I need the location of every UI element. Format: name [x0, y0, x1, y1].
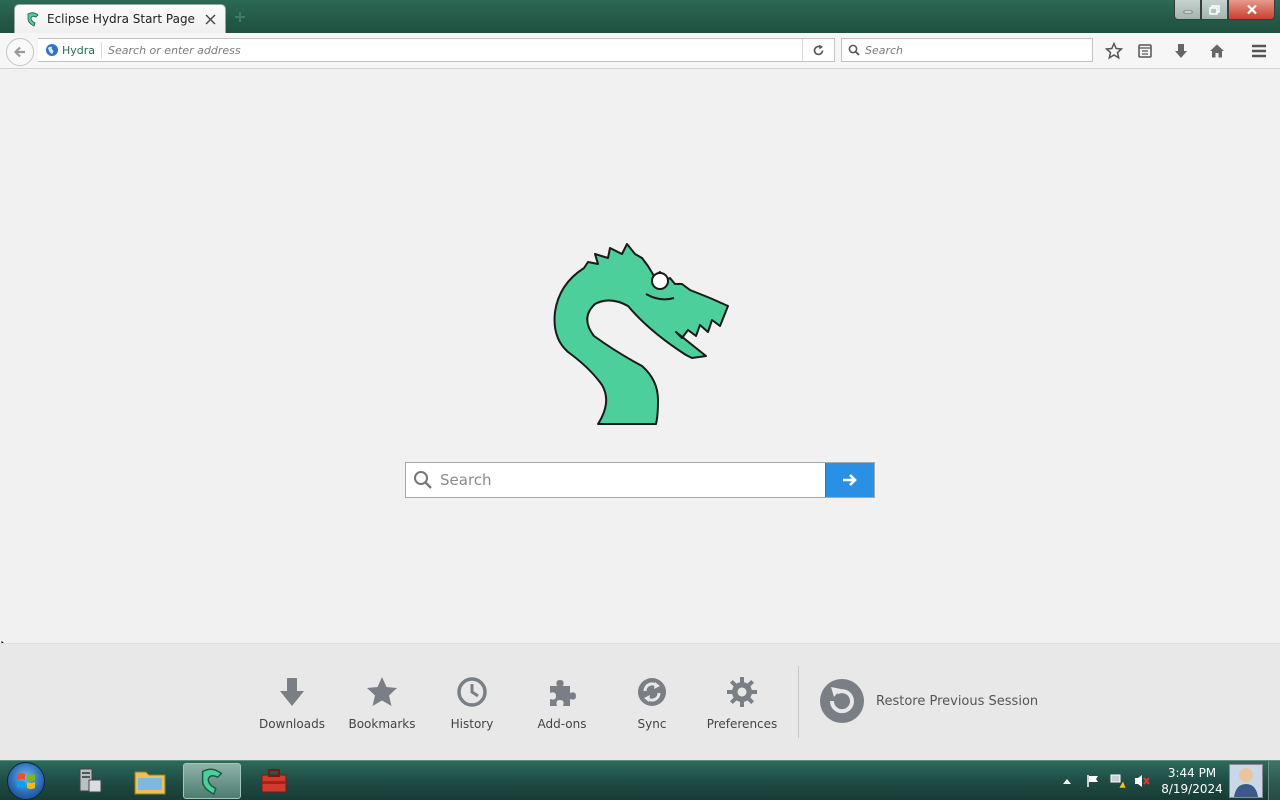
launcher-label: Bookmarks	[348, 717, 416, 731]
clock-time: 3:44 PM	[1167, 766, 1217, 780]
back-button[interactable]	[6, 38, 34, 66]
hydra-icon	[27, 12, 39, 27]
taskbar-toolbox[interactable]	[245, 763, 303, 799]
restore-label: Restore Previous Session	[876, 693, 1039, 709]
file-explorer-icon	[134, 771, 166, 795]
reading-list-icon	[1138, 44, 1152, 58]
reload-icon	[813, 44, 824, 55]
address-input[interactable]	[102, 43, 802, 57]
server-manager-icon	[79, 768, 102, 793]
sync-icon	[634, 674, 670, 710]
launcher-label: Add-ons	[537, 717, 587, 731]
system-tray	[1062, 761, 1150, 800]
search-icon	[848, 44, 860, 56]
home-button[interactable]	[1207, 41, 1227, 61]
new-tab-button[interactable]	[233, 10, 247, 24]
close-window-button[interactable]	[1228, 0, 1275, 20]
gear-icon	[724, 674, 760, 710]
flag-icon[interactable]	[1086, 774, 1100, 788]
plus-icon	[235, 12, 245, 22]
arrow-right-icon	[843, 474, 857, 486]
url-bar: Hydra	[38, 38, 835, 62]
start-page	[0, 70, 1280, 662]
home-icon	[1210, 44, 1224, 58]
globe-icon	[46, 44, 58, 56]
start-search-box	[405, 462, 875, 498]
hydra-dragon-logo	[553, 243, 729, 425]
chevron-up-icon[interactable]	[1062, 777, 1072, 785]
tab-title: Eclipse Hydra Start Page	[47, 12, 195, 26]
star-icon	[1105, 42, 1123, 60]
restore-window-icon	[1209, 4, 1220, 15]
search-go-button[interactable]	[825, 463, 874, 497]
maximize-button[interactable]	[1201, 0, 1228, 20]
show-desktop-button[interactable]	[1268, 761, 1280, 800]
reload-button[interactable]	[802, 39, 834, 61]
menu-button[interactable]	[1249, 41, 1269, 61]
launcher-label: Sync	[637, 717, 667, 731]
window-controls	[1174, 0, 1275, 20]
taskbar: 3:44 PM 8/19/2024	[0, 760, 1280, 800]
start-search-input[interactable]	[440, 463, 825, 497]
launcher-sync[interactable]: Sync	[612, 674, 692, 736]
launcher-divider	[798, 666, 799, 738]
launcher-history[interactable]: History	[432, 674, 512, 736]
minimize-icon	[1183, 10, 1192, 13]
launcher-addons[interactable]: Add-ons	[522, 674, 602, 736]
start-button[interactable]	[7, 762, 45, 800]
menu-icon	[1252, 44, 1266, 58]
clock-icon	[454, 674, 490, 710]
download-icon	[274, 674, 310, 710]
close-icon	[205, 14, 215, 24]
network-warning-icon[interactable]	[1110, 773, 1126, 789]
site-identity[interactable]: Hydra	[40, 42, 103, 58]
launcher-bar: Downloads Bookmarks History Add-ons Sync	[0, 643, 1280, 760]
search-icon	[406, 463, 440, 497]
avatar-icon	[1234, 768, 1258, 797]
taskbar-hydra-browser[interactable]	[183, 763, 241, 799]
hydra-browser-icon	[201, 768, 223, 796]
restore-icon	[820, 679, 864, 723]
user-avatar[interactable]	[1229, 764, 1263, 798]
back-arrow-icon	[13, 46, 25, 58]
launcher-label: History	[450, 717, 494, 731]
taskbar-file-explorer[interactable]	[121, 763, 179, 799]
toolbox-icon	[261, 769, 287, 793]
close-tab-button[interactable]	[203, 12, 217, 26]
restore-session-button[interactable]: Restore Previous Session	[818, 677, 1038, 725]
bookmark-star-button[interactable]	[1104, 41, 1124, 61]
search-bar	[841, 38, 1093, 62]
volume-muted-icon[interactable]	[1134, 773, 1150, 789]
tab-start-page[interactable]: Eclipse Hydra Start Page	[14, 4, 226, 33]
launcher-label: Preferences	[706, 717, 778, 731]
minimize-button[interactable]	[1174, 0, 1201, 20]
clock-date: 8/19/2024	[1161, 782, 1223, 796]
launcher-downloads[interactable]: Downloads	[252, 674, 332, 736]
puzzle-icon	[544, 674, 580, 710]
close-icon	[1246, 4, 1257, 15]
star-icon	[364, 674, 400, 710]
downloads-button[interactable]	[1171, 41, 1191, 61]
launcher-bookmarks[interactable]: Bookmarks	[342, 674, 422, 736]
launcher-label: Downloads	[259, 717, 325, 731]
download-icon	[1175, 44, 1187, 58]
title-bar: Eclipse Hydra Start Page	[0, 0, 1280, 33]
windows-logo-icon	[17, 773, 35, 789]
launcher-preferences[interactable]: Preferences	[702, 674, 782, 736]
navigation-toolbar: Hydra	[0, 33, 1280, 69]
search-input[interactable]	[865, 43, 1092, 57]
identity-label: Hydra	[62, 43, 96, 57]
taskbar-server-manager[interactable]	[61, 763, 119, 799]
reading-list-button[interactable]	[1135, 41, 1155, 61]
taskbar-clock[interactable]: 3:44 PM 8/19/2024	[1160, 765, 1224, 797]
